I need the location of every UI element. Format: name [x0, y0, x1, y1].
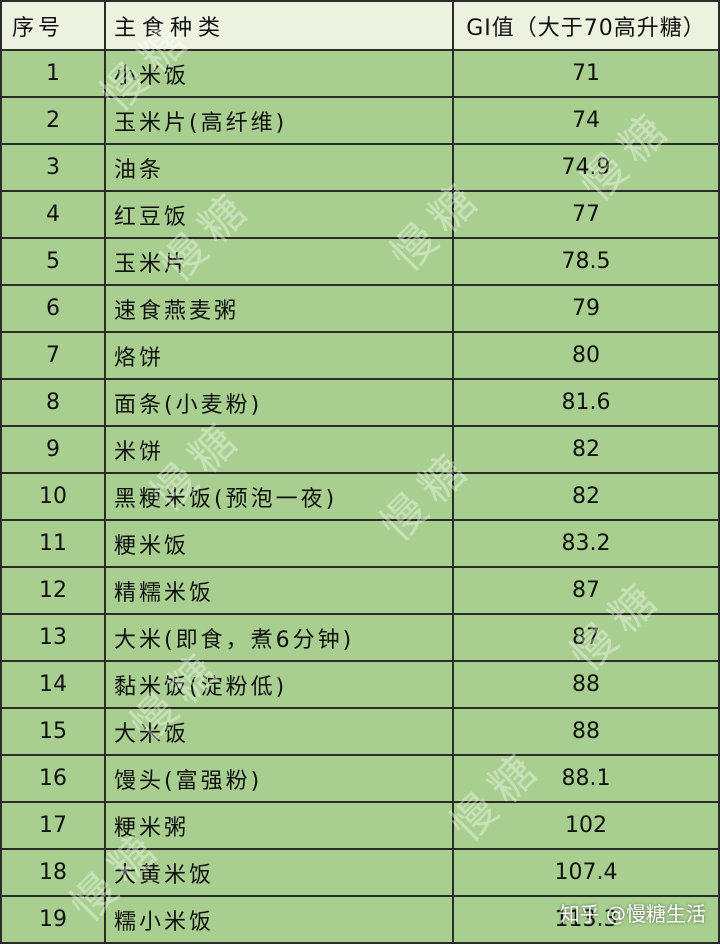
row-food: 小米饭: [104, 49, 454, 98]
table-body: 1 小米饭 71 2 玉米片(高纤维) 74 3 油条 74.9 4 红豆饭 77 5 玉米片 78…: [0, 49, 720, 944]
row-food: 黑粳米饭(预泡一夜): [104, 472, 454, 521]
row-no: 11: [0, 519, 106, 568]
row-gi: 82: [452, 472, 720, 521]
table-row: 17 粳米粥 102: [0, 801, 720, 850]
table-header: 序号 主食种类 GI值（大于70高升糖）: [0, 0, 720, 51]
row-no: 14: [0, 660, 106, 709]
table-row: 2 玉米片(高纤维) 74: [0, 96, 720, 145]
row-food: 玉米片(高纤维): [104, 96, 454, 145]
header-row: 序号 主食种类 GI值（大于70高升糖）: [0, 0, 720, 51]
row-food: 面条(小麦粉): [104, 378, 454, 427]
row-food: 红豆饭: [104, 190, 454, 239]
row-no: 2: [0, 96, 106, 145]
row-gi: 88: [452, 707, 720, 756]
row-gi: 107.4: [452, 848, 720, 897]
row-food: 烙饼: [104, 331, 454, 380]
row-gi: 87: [452, 566, 720, 615]
table-row: 5 玉米片 78.5: [0, 237, 720, 286]
header-no: 序号: [0, 0, 106, 51]
row-no: 15: [0, 707, 106, 756]
table-row: 6 速食燕麦粥 79: [0, 284, 720, 333]
row-gi: 79: [452, 284, 720, 333]
row-gi: 74.9: [452, 143, 720, 192]
table-row: 1 小米饭 71: [0, 49, 720, 98]
row-gi: 102: [452, 801, 720, 850]
row-no: 1: [0, 49, 106, 98]
row-no: 13: [0, 613, 106, 662]
row-no: 12: [0, 566, 106, 615]
row-gi: 74: [452, 96, 720, 145]
row-gi: 71: [452, 49, 720, 98]
row-gi: 80: [452, 331, 720, 380]
row-gi: 78.5: [452, 237, 720, 286]
header-gi: GI值（大于70高升糖）: [452, 0, 720, 51]
table-row: 12 精糯米饭 87: [0, 566, 720, 615]
table-row: 9 米饼 82: [0, 425, 720, 474]
row-food: 米饼: [104, 425, 454, 474]
row-gi: 87: [452, 613, 720, 662]
table-row: 14 黏米饭(淀粉低) 88: [0, 660, 720, 709]
row-no: 6: [0, 284, 106, 333]
row-food: 粳米饭: [104, 519, 454, 568]
row-no: 16: [0, 754, 106, 803]
table-row: 3 油条 74.9: [0, 143, 720, 192]
row-no: 3: [0, 143, 106, 192]
row-no: 9: [0, 425, 106, 474]
row-gi: 88.1: [452, 754, 720, 803]
row-food: 油条: [104, 143, 454, 192]
row-no: 5: [0, 237, 106, 286]
row-gi: 88: [452, 660, 720, 709]
row-no: 18: [0, 848, 106, 897]
row-food: 大米(即食，煮6分钟): [104, 613, 454, 662]
row-no: 8: [0, 378, 106, 427]
table-row: 8 面条(小麦粉) 81.6: [0, 378, 720, 427]
row-gi: 83.2: [452, 519, 720, 568]
row-gi: 82: [452, 425, 720, 474]
table-row: 7 烙饼 80: [0, 331, 720, 380]
row-food: 粳米粥: [104, 801, 454, 850]
row-no: 4: [0, 190, 106, 239]
source-credit: 知乎 @慢糖生活: [559, 902, 706, 926]
row-food: 糯小米饭: [104, 895, 454, 944]
row-gi: 81.6: [452, 378, 720, 427]
table-row: 4 红豆饭 77: [0, 190, 720, 239]
row-no: 10: [0, 472, 106, 521]
header-food: 主食种类: [104, 0, 454, 51]
row-food: 玉米片: [104, 237, 454, 286]
row-food: 精糯米饭: [104, 566, 454, 615]
row-food: 大米饭: [104, 707, 454, 756]
row-no: 19: [0, 895, 106, 944]
row-food: 大黄米饭: [104, 848, 454, 897]
row-no: 7: [0, 331, 106, 380]
table-row: 18 大黄米饭 107.4: [0, 848, 720, 897]
gi-table: 序号 主食种类 GI值（大于70高升糖） 1 小米饭 71 2 玉米片(高纤维) 74 …: [0, 0, 720, 944]
row-no: 17: [0, 801, 106, 850]
table-row: 15 大米饭 88: [0, 707, 720, 756]
table-row: 10 黑粳米饭(预泡一夜) 82: [0, 472, 720, 521]
table-row: 13 大米(即食，煮6分钟) 87: [0, 613, 720, 662]
row-food: 黏米饭(淀粉低): [104, 660, 454, 709]
row-food: 速食燕麦粥: [104, 284, 454, 333]
table-row: 16 馒头(富强粉) 88.1: [0, 754, 720, 803]
row-food: 馒头(富强粉): [104, 754, 454, 803]
table-row: 11 粳米饭 83.2: [0, 519, 720, 568]
row-gi: 77: [452, 190, 720, 239]
